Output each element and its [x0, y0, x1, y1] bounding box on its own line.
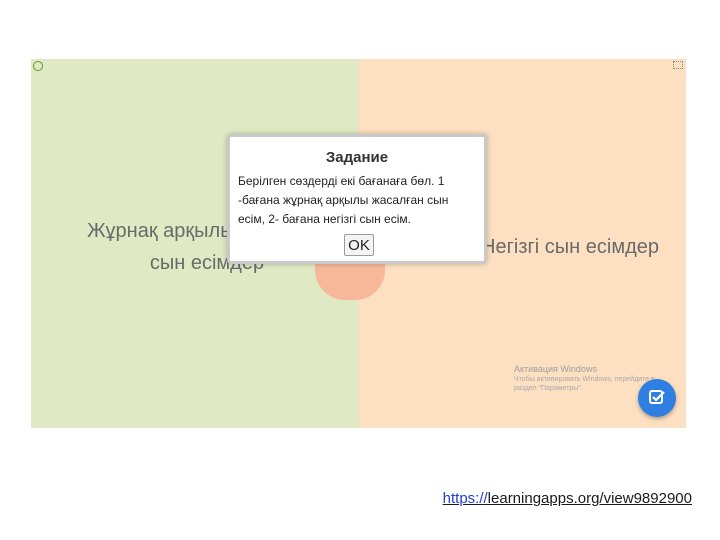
source-link[interactable]: https://learningapps.org/view9892900 — [443, 490, 692, 507]
app-logo-icon[interactable] — [33, 61, 43, 71]
source-link-path: learningapps.org/view9892900 — [487, 490, 692, 507]
fullscreen-icon[interactable] — [673, 61, 683, 69]
task-dialog: Задание Берілген сөздерді екі бағанаға б… — [227, 134, 487, 264]
check-answer-button[interactable] — [638, 379, 676, 417]
dialog-text: Берілген сөздерді екі бағанаға бөл. 1 -б… — [238, 174, 449, 226]
ok-button[interactable]: OK — [344, 234, 374, 256]
source-link-protocol: https:// — [442, 490, 488, 507]
dialog-title: Задание — [325, 149, 389, 166]
watermark-title: Активация Windows — [514, 364, 597, 374]
check-icon — [649, 390, 665, 404]
learningapps-canvas: Жұрнақ арқылы жасалған сын есімдер Негіз… — [31, 59, 686, 428]
